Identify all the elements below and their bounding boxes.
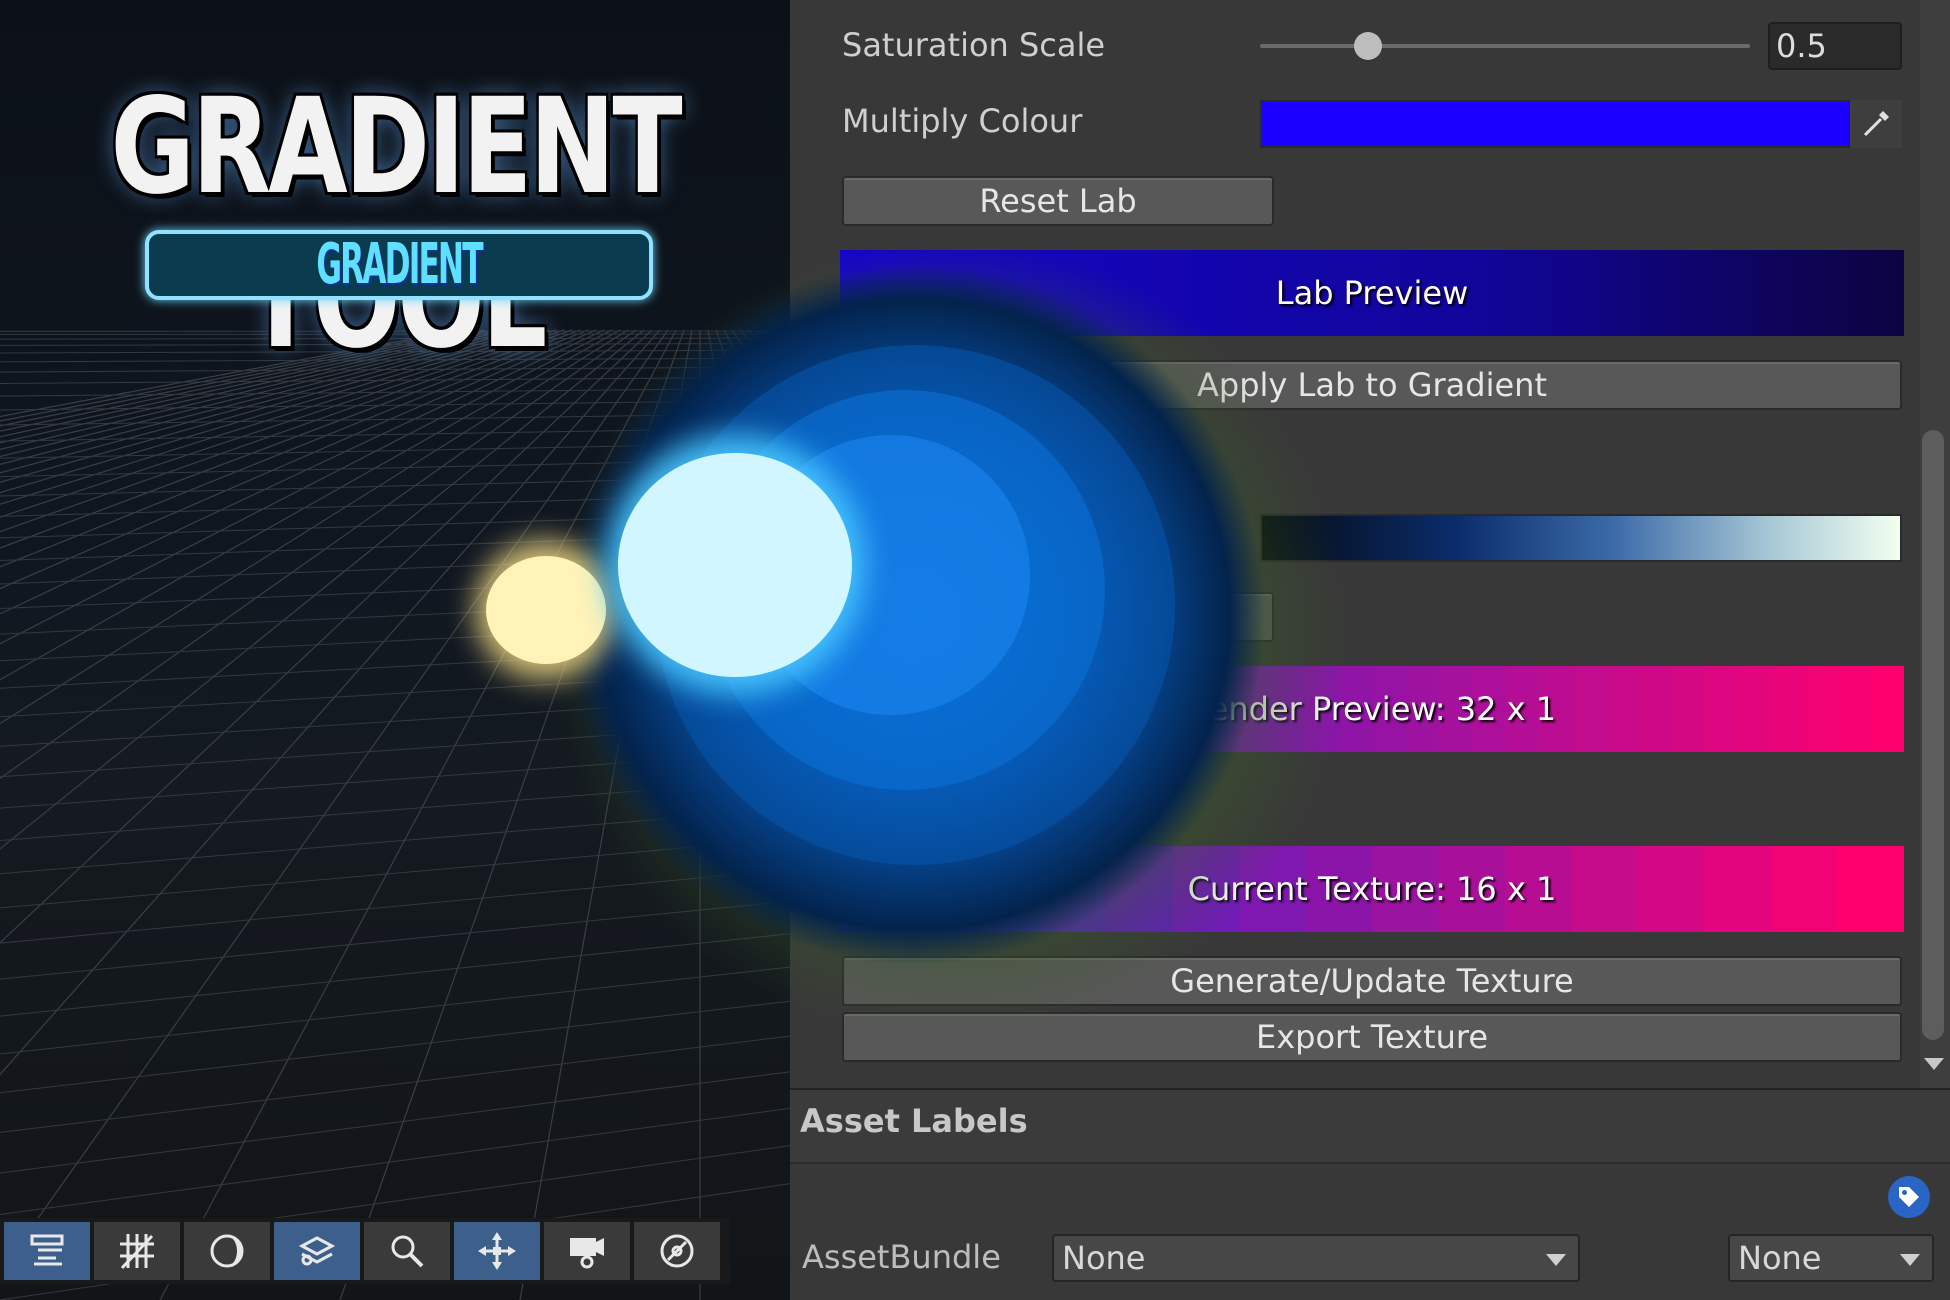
- scene-viewport[interactable]: GRADIENT TOOL GRADIENT TEXTURE GENERATOR: [0, 0, 790, 1300]
- multiply-colour-label: Multiply Colour: [842, 102, 1083, 140]
- grid-line: [0, 329, 573, 533]
- grid-line: [0, 329, 581, 549]
- inspector-panel: Saturation Scale 0.5 Multiply Colour Res…: [790, 0, 1950, 1300]
- grid-line: [339, 329, 685, 1300]
- grid-line: [771, 329, 790, 342]
- grid-line: [0, 669, 790, 718]
- banner-title: GRADIENT TOOL: [110, 70, 682, 378]
- render-preview-bar: Render Preview: 32 x 1: [840, 666, 1904, 752]
- grid-line: [0, 387, 790, 397]
- grid-line: [779, 329, 790, 337]
- assetbundle-label: AssetBundle: [802, 1238, 1001, 1276]
- grid-line: [0, 807, 790, 875]
- chevron-down-icon: [1900, 1254, 1920, 1266]
- export-texture-button[interactable]: Export Texture: [842, 1012, 1902, 1062]
- asset-variant-value: None: [1738, 1239, 1822, 1277]
- grid-line: [0, 1035, 790, 1133]
- grid-line: [0, 413, 790, 426]
- grid-line: [0, 869, 790, 944]
- grid-line: [0, 475, 790, 497]
- grid-line: [0, 329, 517, 458]
- asset-label-tag-button[interactable]: [1888, 1176, 1930, 1218]
- scrollbar-thumb[interactable]: [1922, 430, 1944, 1040]
- grid-line: [519, 329, 693, 1300]
- move-gizmo-button[interactable]: [454, 1222, 540, 1280]
- scene-camera-button[interactable]: [544, 1222, 630, 1280]
- assetbundle-dropdown[interactable]: None: [1052, 1234, 1580, 1282]
- grid-line: [0, 329, 509, 450]
- multiply-colour-swatch[interactable]: [1260, 100, 1902, 148]
- scene-toolbar: [0, 1218, 730, 1284]
- saturation-slider-track[interactable]: [1260, 44, 1750, 48]
- compass-button[interactable]: [634, 1222, 720, 1280]
- banner-subtitle-badge: GRADIENT TEXTURE GENERATOR: [145, 230, 653, 300]
- current-texture-bar: Current Texture: 16 x 1: [840, 846, 1904, 932]
- grid-line: [0, 966, 790, 1055]
- obscured-processing-button[interactable]: sing: [842, 592, 1274, 642]
- apply-lab-button[interactable]: Apply Lab to Gradient: [842, 360, 1902, 410]
- gradient-field[interactable]: [1260, 514, 1902, 562]
- grid-line: [0, 329, 549, 494]
- asset-variant-dropdown[interactable]: None: [1728, 1234, 1934, 1282]
- move-gizmo-icon: [478, 1232, 516, 1270]
- layers-icon: [298, 1236, 336, 1266]
- grid-line: [0, 778, 790, 841]
- grid-line: [0, 329, 501, 444]
- grid-line: [0, 722, 790, 778]
- grid-line: [0, 1107, 790, 1215]
- grid-line: [0, 329, 541, 483]
- grid-line: [0, 329, 629, 725]
- grid-line: [755, 329, 790, 359]
- asset-labels-title: Asset Labels: [800, 1102, 1028, 1140]
- shading-mode-icon: [210, 1234, 244, 1268]
- grid-line: [0, 329, 533, 474]
- scroll-down-arrow-icon[interactable]: [1924, 1058, 1944, 1070]
- grid-line: [159, 329, 677, 1300]
- saturation-scale-label: Saturation Scale: [842, 26, 1106, 64]
- saturation-slider-thumb[interactable]: [1353, 32, 1382, 60]
- grid-line: [0, 933, 790, 1017]
- grid-line: [0, 512, 790, 539]
- grid-line: [0, 376, 790, 385]
- grid-line: [0, 838, 790, 909]
- saturation-value-field[interactable]: 0.5: [1768, 22, 1902, 70]
- hierarchy-button[interactable]: [4, 1222, 90, 1280]
- search-button[interactable]: [364, 1222, 450, 1280]
- grid-toggle-button[interactable]: [94, 1222, 180, 1280]
- shading-mode-button[interactable]: [184, 1222, 270, 1280]
- eyedropper-button[interactable]: [1850, 100, 1902, 148]
- grid-line: [747, 329, 790, 371]
- generate-update-texture-button[interactable]: Generate/Update Texture: [842, 956, 1902, 1006]
- grid-toggle-icon: [120, 1234, 154, 1270]
- eyedropper-icon: [1863, 111, 1889, 137]
- grid-line: [0, 1071, 790, 1174]
- grid-line: [0, 620, 790, 662]
- grid-line: [0, 750, 790, 809]
- grid-line: [0, 442, 790, 459]
- hierarchy-icon: [30, 1234, 64, 1266]
- grid-line: [0, 329, 565, 518]
- obscured-section-label: ng: [1052, 444, 1093, 482]
- grid-line: [731, 329, 790, 413]
- reset-lab-button[interactable]: Reset Lab: [842, 176, 1274, 226]
- scene-camera-icon: [570, 1238, 604, 1269]
- grid-line: [0, 1000, 790, 1094]
- assetbundle-value: None: [1062, 1239, 1146, 1277]
- search-icon: [391, 1235, 424, 1268]
- grid-line: [0, 695, 790, 747]
- compass-icon: [660, 1234, 694, 1268]
- banner-subtitle: GRADIENT TEXTURE GENERATOR: [316, 232, 483, 297]
- layers-button[interactable]: [274, 1222, 360, 1280]
- chevron-down-icon: [1546, 1254, 1566, 1266]
- tag-icon: [1899, 1187, 1919, 1207]
- lab-preview-bar: Lab Preview: [840, 250, 1904, 336]
- grid-line: [0, 329, 597, 590]
- grid-line: [707, 329, 790, 796]
- grid-line: [739, 329, 790, 388]
- grid-line: [0, 458, 790, 478]
- grid-line: [0, 493, 790, 517]
- grid-line: [0, 329, 485, 432]
- grid-line: [0, 329, 637, 780]
- grid-line: [0, 644, 790, 689]
